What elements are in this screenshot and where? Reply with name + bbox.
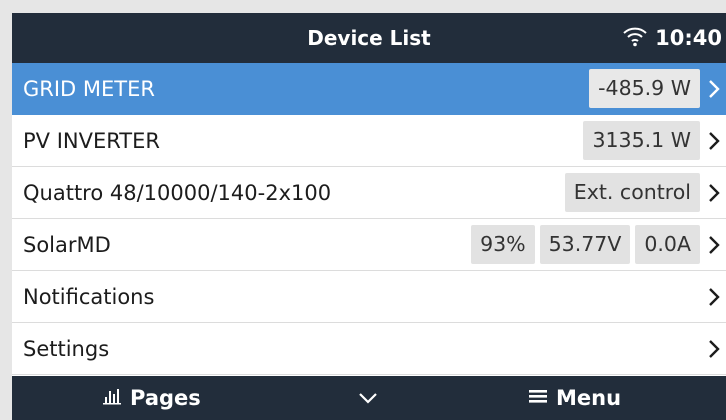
list-item-settings[interactable]: Settings [12, 323, 726, 375]
list-item-solarmd[interactable]: SolarMD 93% 53.77V 0.0A [12, 219, 726, 271]
pages-label: Pages [130, 386, 201, 410]
value-badge: 3135.1 W [583, 121, 700, 160]
voltage-badge: 53.77V [539, 225, 631, 264]
chevron-right-icon [704, 63, 724, 114]
device-list-screen: Device List 10:40 GRID METER -485.9 W PV… [12, 13, 726, 420]
clock: 10:40 [655, 26, 722, 50]
status-area: 10:40 [621, 13, 722, 63]
list-item-values: Ext. control [564, 173, 700, 212]
list-item-values: -485.9 W [589, 69, 700, 108]
list-item-label: Settings [23, 336, 110, 361]
list-item-notifications[interactable]: Notifications [12, 271, 726, 323]
value-badge: -485.9 W [589, 69, 700, 108]
menu-button[interactable]: Menu [528, 376, 621, 420]
wifi-icon [621, 25, 649, 51]
bar-chart-icon [102, 386, 122, 410]
hamburger-menu-icon [528, 386, 548, 410]
list-item-grid-meter[interactable]: GRID METER -485.9 W [12, 63, 726, 115]
pages-button[interactable]: Pages [102, 376, 201, 420]
list-item-label: SolarMD [23, 232, 111, 257]
chevron-right-icon [704, 323, 724, 374]
chevron-right-icon [704, 271, 724, 322]
current-badge: 0.0A [635, 225, 700, 264]
list-item-label: Notifications [23, 284, 155, 309]
list-item-values: 93% 53.77V 0.0A [471, 225, 700, 264]
chevron-right-icon [704, 167, 724, 218]
list-item-quattro[interactable]: Quattro 48/10000/140-2x100 Ext. control [12, 167, 726, 219]
list-item-label: GRID METER [23, 76, 155, 101]
chevron-down-icon [357, 386, 379, 410]
bottom-bar: Pages Menu [12, 376, 726, 420]
soc-badge: 93% [471, 225, 535, 264]
title-bar: Device List 10:40 [12, 13, 726, 63]
chevron-right-icon [704, 219, 724, 270]
list-item-label: PV INVERTER [23, 128, 160, 153]
list-item-values: 3135.1 W [583, 121, 700, 160]
chevron-right-icon [704, 115, 724, 166]
menu-label: Menu [556, 386, 622, 410]
device-list: GRID METER -485.9 W PV INVERTER 3135.1 W… [12, 63, 726, 375]
page-title: Device List [307, 26, 431, 50]
toggle-button[interactable] [357, 376, 379, 420]
list-item-pv-inverter[interactable]: PV INVERTER 3135.1 W [12, 115, 726, 167]
value-badge: Ext. control [564, 173, 700, 212]
list-item-label: Quattro 48/10000/140-2x100 [23, 180, 332, 205]
